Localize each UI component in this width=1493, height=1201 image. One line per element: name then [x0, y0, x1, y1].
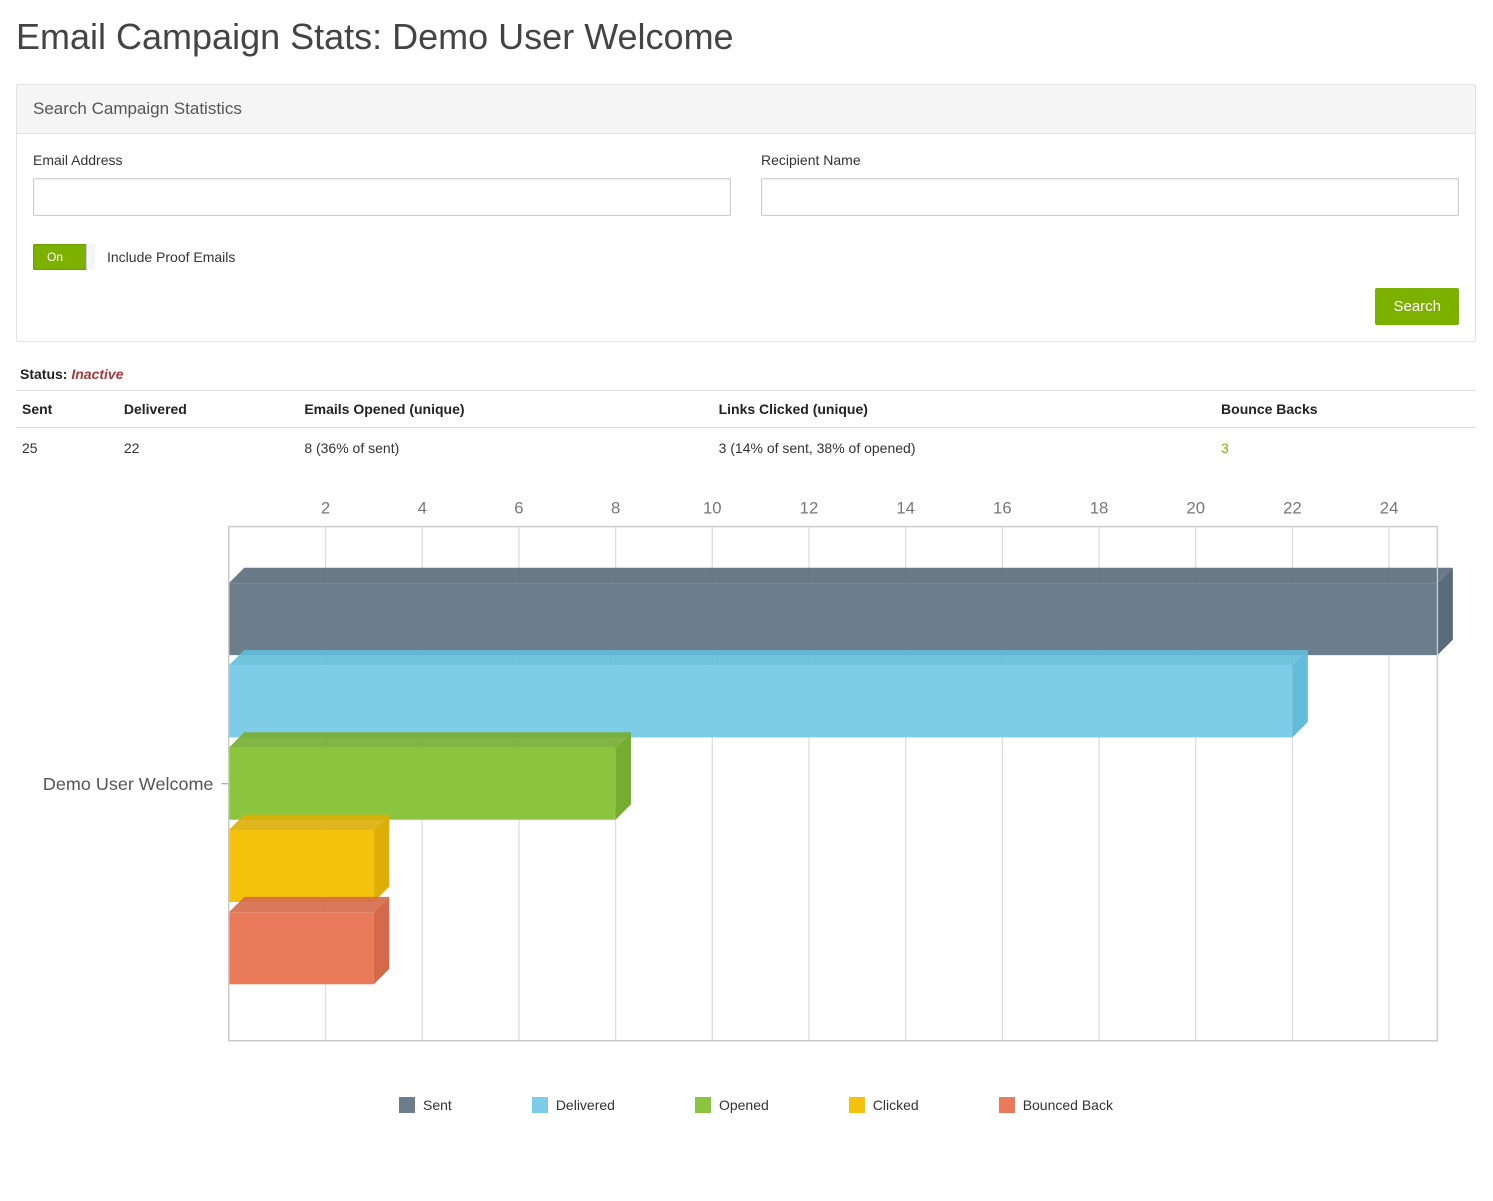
svg-text:2: 2 — [321, 499, 330, 518]
svg-text:10: 10 — [703, 499, 722, 518]
legend-label: Clicked — [873, 1097, 919, 1113]
recipient-name-label: Recipient Name — [761, 152, 1459, 168]
td-opened: 8 (36% of sent) — [298, 428, 712, 469]
svg-text:18: 18 — [1090, 499, 1109, 518]
email-address-input[interactable] — [33, 178, 731, 216]
svg-text:6: 6 — [514, 499, 523, 518]
legend-label: Opened — [719, 1097, 769, 1113]
email-address-label: Email Address — [33, 152, 731, 168]
search-panel-heading: Search Campaign Statistics — [17, 85, 1475, 134]
svg-text:8: 8 — [611, 499, 620, 518]
svg-text:Demo User Welcome: Demo User Welcome — [43, 774, 214, 794]
toggle-state-text: On — [47, 250, 63, 264]
legend-item: Delivered — [532, 1097, 615, 1113]
stats-table: Sent Delivered Emails Opened (unique) Li… — [16, 390, 1476, 468]
legend-label: Bounced Back — [1023, 1097, 1113, 1113]
legend-swatch — [695, 1097, 711, 1113]
td-sent: 25 — [16, 428, 118, 469]
campaign-chart: 24681012141618202224Demo User Welcome Se… — [16, 488, 1476, 1113]
td-clicked: 3 (14% of sent, 38% of opened) — [713, 428, 1215, 469]
legend-swatch — [849, 1097, 865, 1113]
svg-text:24: 24 — [1380, 499, 1399, 518]
legend-item: Bounced Back — [999, 1097, 1113, 1113]
th-bounced: Bounce Backs — [1215, 391, 1476, 428]
legend-swatch — [532, 1097, 548, 1113]
th-sent: Sent — [16, 391, 118, 428]
legend-label: Delivered — [556, 1097, 615, 1113]
svg-text:12: 12 — [800, 499, 819, 518]
legend-item: Clicked — [849, 1097, 919, 1113]
legend-item: Opened — [695, 1097, 769, 1113]
legend-swatch — [999, 1097, 1015, 1113]
recipient-name-input[interactable] — [761, 178, 1459, 216]
table-row: 25 22 8 (36% of sent) 3 (14% of sent, 38… — [16, 428, 1476, 469]
svg-text:16: 16 — [993, 499, 1012, 518]
status-value: Inactive — [71, 366, 123, 382]
legend-item: Sent — [399, 1097, 452, 1113]
bounced-link[interactable]: 3 — [1221, 440, 1229, 456]
svg-text:20: 20 — [1186, 499, 1205, 518]
include-proof-label: Include Proof Emails — [107, 249, 235, 265]
th-opened: Emails Opened (unique) — [298, 391, 712, 428]
svg-text:4: 4 — [418, 499, 427, 518]
page-title: Email Campaign Stats: Demo User Welcome — [16, 16, 1476, 58]
svg-text:22: 22 — [1283, 499, 1302, 518]
include-proof-toggle[interactable]: On — [33, 244, 95, 270]
legend-label: Sent — [423, 1097, 452, 1113]
td-bounced: 3 — [1215, 428, 1476, 469]
bar-chart: 24681012141618202224Demo User Welcome — [36, 488, 1476, 1079]
chart-legend: Sent Delivered Opened Clicked Bounced Back — [36, 1097, 1476, 1113]
svg-text:14: 14 — [896, 499, 915, 518]
td-delivered: 22 — [118, 428, 298, 469]
status-label: Status: — [20, 366, 67, 382]
th-clicked: Links Clicked (unique) — [713, 391, 1215, 428]
search-button[interactable]: Search — [1375, 288, 1459, 325]
search-panel: Search Campaign Statistics Email Address… — [16, 84, 1476, 342]
legend-swatch — [399, 1097, 415, 1113]
status-line: Status: Inactive — [20, 366, 1476, 382]
th-delivered: Delivered — [118, 391, 298, 428]
